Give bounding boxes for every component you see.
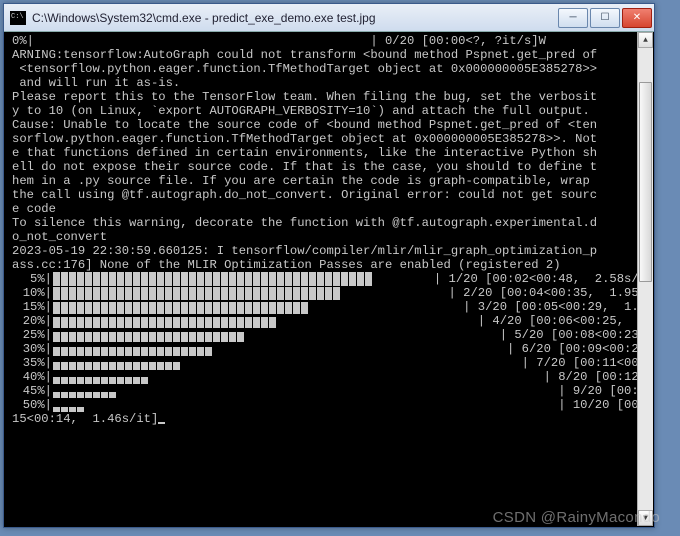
progress-percent: 10%|: [12, 286, 52, 300]
console-line: 0%| | 0/20 [00:00<?, ?it/s]W: [12, 34, 648, 48]
console-line: <tensorflow.python.eager.function.TfMeth…: [12, 62, 648, 76]
progress-row: 15%| | 3/20 [00:05<00:29, 1.7: [12, 300, 648, 314]
progress-tail: | 5/20 [00:08<00:23,: [244, 328, 648, 342]
maximize-button[interactable]: ☐: [590, 8, 620, 28]
progress-percent: 20%|: [12, 314, 52, 328]
console-line: o_not_convert: [12, 230, 648, 244]
console-output[interactable]: 0%| | 0/20 [00:00<?, ?it/s]WARNING:tenso…: [4, 32, 654, 527]
console-line: To silence this warning, decorate the fu…: [12, 216, 648, 230]
progress-percent: 15%|: [12, 300, 52, 314]
progress-percent: 50%|: [12, 398, 52, 412]
progress-tail: | 9/20 [00:1: [116, 384, 648, 398]
progress-bar: [53, 287, 340, 300]
progress-bar: [53, 332, 244, 342]
progress-row: 20%| | 4/20 [00:06<00:25, 1: [12, 314, 648, 328]
progress-row: 25%| | 5/20 [00:08<00:23,: [12, 328, 648, 342]
progress-bar: [53, 317, 276, 328]
progress-row: 10%| | 2/20 [00:04<00:35, 1.95s: [12, 286, 648, 300]
progress-row: 50%| | 10/20 [00:: [12, 398, 648, 412]
title-bar[interactable]: C:\Windows\System32\cmd.exe - predict_ex…: [4, 4, 654, 32]
window-buttons: ─ ☐ ✕: [556, 8, 652, 28]
progress-percent: 45%|: [12, 384, 52, 398]
progress-percent: 30%|: [12, 342, 52, 356]
progress-bar: [53, 362, 180, 370]
scroll-up-button[interactable]: ▲: [638, 32, 653, 48]
console-line: y to 10 (on Linux, `export AUTOGRAPH_VER…: [12, 104, 648, 118]
console-line: hem in a .py source file. If you are cer…: [12, 174, 648, 188]
progress-bar: [53, 377, 148, 384]
progress-percent: 25%|: [12, 328, 52, 342]
progress-percent: 35%|: [12, 356, 52, 370]
console-line: Please report this to the TensorFlow tea…: [12, 90, 648, 104]
progress-percent: 40%|: [12, 370, 52, 384]
cmd-icon: [10, 11, 26, 25]
console-line: e that functions defined in certain envi…: [12, 146, 648, 160]
progress-percent: 5%|: [12, 272, 52, 286]
progress-tail: | 6/20 [00:09<00:21: [212, 342, 648, 356]
progress-tail: | 4/20 [00:06<00:25, 1: [276, 314, 648, 328]
console-line-last: 15<00:14, 1.46s/it]: [12, 412, 648, 426]
progress-row: 35%| | 7/20 [00:11<00:: [12, 356, 648, 370]
console-line: the call using @tf.autograph.do_not_conv…: [12, 188, 648, 202]
progress-bar: [53, 302, 308, 314]
text-cursor: [158, 422, 165, 424]
progress-row: 5%| | 1/20 [00:02<00:48, 2.58s/i: [12, 272, 648, 286]
progress-bar: [53, 347, 212, 356]
progress-bar: [53, 272, 372, 286]
close-button[interactable]: ✕: [622, 8, 652, 28]
console-line: ell do not expose their source code. If …: [12, 160, 648, 174]
window-title: C:\Windows\System32\cmd.exe - predict_ex…: [32, 11, 556, 25]
progress-tail: | 3/20 [00:05<00:29, 1.7: [308, 300, 648, 314]
progress-tail: | 8/20 [00:12<: [148, 370, 648, 384]
cmd-window: C:\Windows\System32\cmd.exe - predict_ex…: [3, 3, 655, 528]
watermark-text: CSDN @RainyMacondo: [493, 509, 660, 526]
progress-tail: | 2/20 [00:04<00:35, 1.95s: [340, 286, 648, 300]
minimize-button[interactable]: ─: [558, 8, 588, 28]
progress-row: 40%| | 8/20 [00:12<: [12, 370, 648, 384]
console-line: sorflow.python.eager.function.TfMethodTa…: [12, 132, 648, 146]
console-line: and will run it as-is.: [12, 76, 648, 90]
progress-row: 30%| | 6/20 [00:09<00:21: [12, 342, 648, 356]
scrollbar-vertical[interactable]: ▲ ▼: [637, 32, 653, 526]
progress-tail: | 7/20 [00:11<00:: [180, 356, 648, 370]
console-line: ARNING:tensorflow:AutoGraph could not tr…: [12, 48, 648, 62]
console-line: e code: [12, 202, 648, 216]
progress-tail: | 1/20 [00:02<00:48, 2.58s/i: [372, 272, 648, 286]
progress-row: 45%| | 9/20 [00:1: [12, 384, 648, 398]
progress-tail: | 10/20 [00:: [84, 398, 648, 412]
console-line: Cause: Unable to locate the source code …: [12, 118, 648, 132]
console-line: 2023-05-19 22:30:59.660125: I tensorflow…: [12, 244, 648, 258]
console-line: ass.cc:176] None of the MLIR Optimizatio…: [12, 258, 648, 272]
scroll-thumb[interactable]: [639, 82, 652, 282]
